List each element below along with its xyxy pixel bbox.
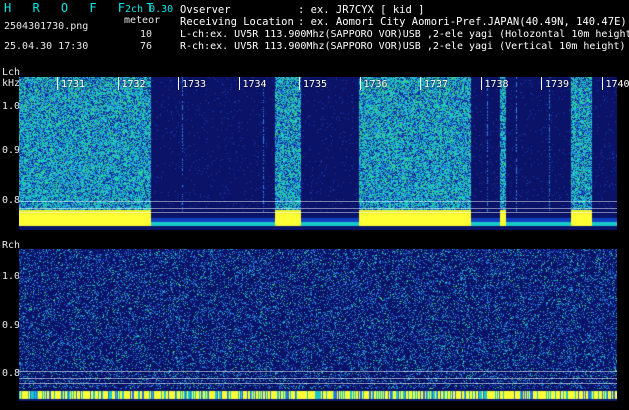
rch-label: Rch	[2, 240, 21, 251]
rch-count: 76	[140, 41, 153, 52]
time-tick	[359, 77, 361, 90]
time-tick	[238, 77, 240, 90]
lch-tick-1-0: 1.0	[2, 101, 21, 112]
time-tick	[57, 77, 58, 90]
time-label: 1737	[424, 79, 449, 90]
lch-unit: kHz	[2, 78, 21, 89]
time-label: 1731	[61, 79, 86, 90]
time-label: 1735	[303, 79, 328, 90]
rch-guide-line	[19, 371, 617, 372]
time-tick	[480, 77, 482, 90]
lch-info: L-ch:ex. UV5R 113.900Mhz(SAPPORO VOR)USB…	[180, 29, 629, 40]
lch-tick-0-8: 0.8	[2, 195, 21, 206]
time-label: 1734	[242, 79, 267, 90]
rch-guide-line	[19, 383, 617, 384]
lch-guide-line	[19, 201, 617, 202]
datetime-label: 25.04.30 17:30	[4, 41, 89, 52]
time-label: 1738	[484, 79, 509, 90]
rch-tick-0-9: 0.9	[2, 320, 21, 331]
lch-label: Lch	[2, 67, 21, 78]
time-tick	[420, 77, 421, 90]
time-tick	[299, 77, 300, 90]
time-label: 1732	[121, 79, 146, 90]
rch-tick-0-8: 0.8	[2, 368, 21, 379]
mode-label: meteor	[124, 15, 161, 26]
version-label: 2ch 0.30	[125, 4, 174, 15]
lch-count: 10	[140, 29, 153, 40]
time-label: 1739	[545, 79, 570, 90]
time-tick	[541, 77, 542, 90]
time-label: 1733	[182, 79, 207, 90]
rch-tick-1-0: 1.0	[2, 271, 21, 282]
location-label: Receiving Location	[180, 16, 294, 28]
location-value: : ex. Aomori City Aomori-Pref.JAPAN(40.4…	[298, 16, 627, 28]
time-tick	[178, 77, 179, 90]
lch-tick-0-9: 0.9	[2, 145, 21, 156]
filename-label: 2504301730.png	[4, 21, 89, 32]
lch-guide-line	[19, 212, 617, 213]
lch-guide-line	[19, 208, 617, 209]
time-tick	[601, 77, 603, 90]
time-label: 1736	[363, 79, 388, 90]
observer-value: : ex. JR7CYX [ kid ]	[298, 4, 425, 16]
rch-guide-line	[19, 378, 617, 379]
rch-info: R-ch:ex. UV5R 113.900Mhz(SAPPORO VOR)USB…	[180, 41, 626, 52]
time-tick	[117, 77, 119, 90]
time-label: 1740	[605, 79, 629, 90]
observer-label: Ovserver	[180, 4, 231, 16]
